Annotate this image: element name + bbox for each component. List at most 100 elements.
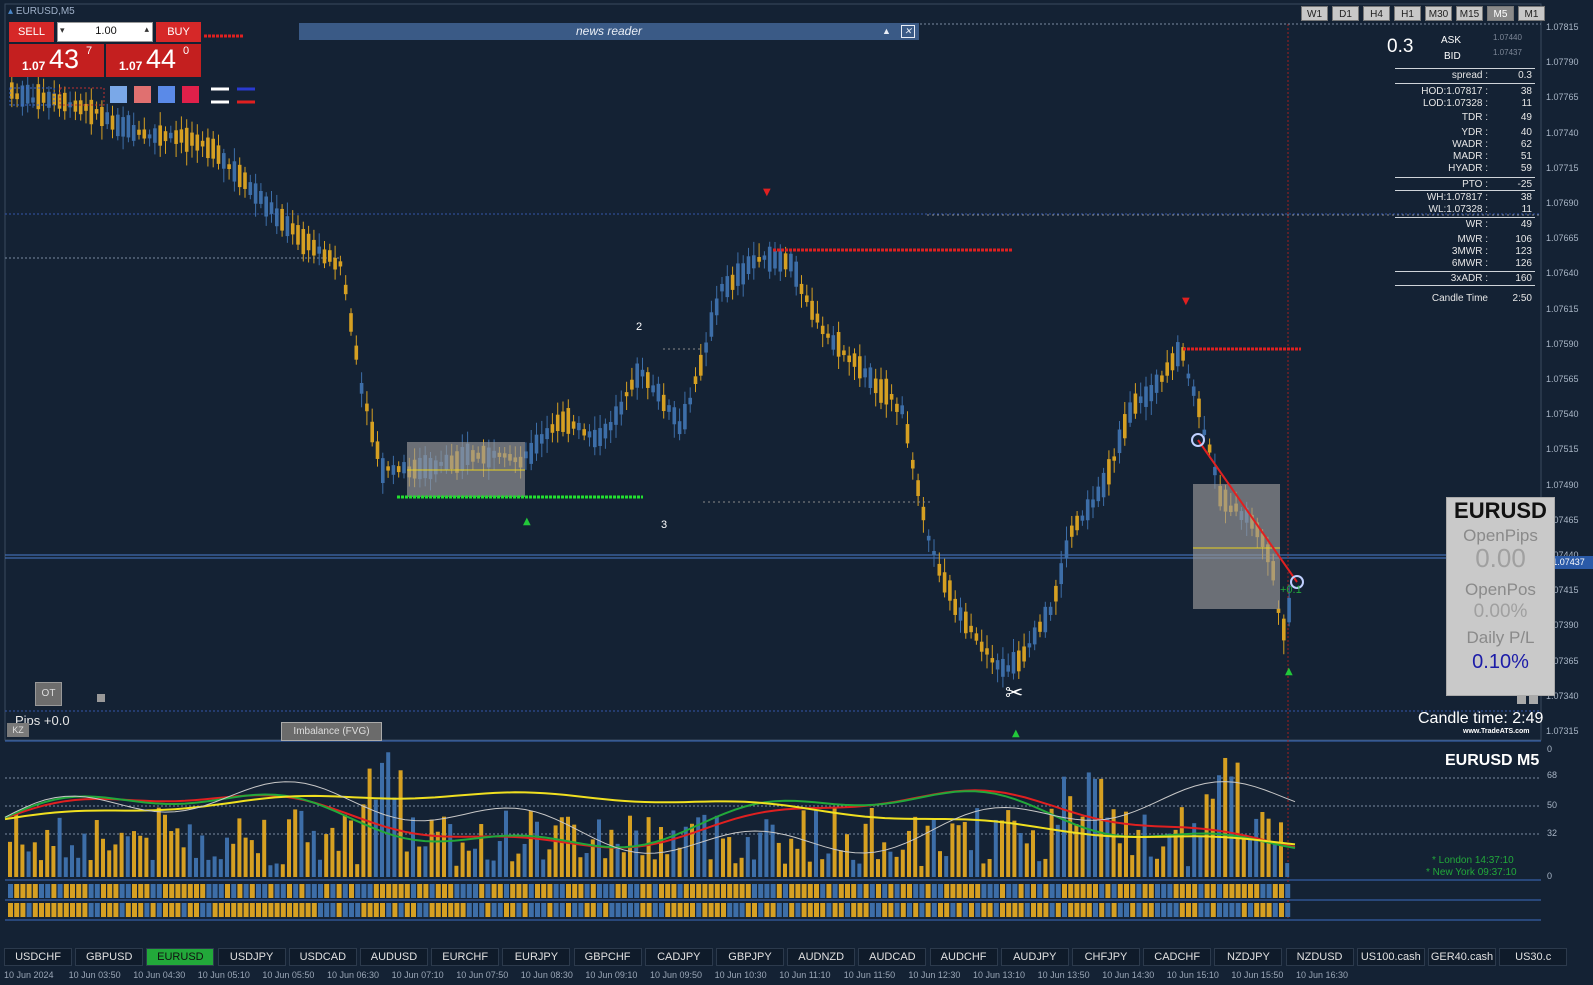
symbol-tab-audcad[interactable]: AUDCAD [858, 948, 927, 966]
price-chart-svg[interactable]: ▼ ▼ ▲ ▲ ▲ ✂ [0, 0, 1593, 985]
trend-strip-cell-2 [429, 903, 435, 917]
timeframe-h4[interactable]: H4 [1363, 6, 1390, 21]
sub-level-label: 50 [1547, 800, 1558, 810]
symbol-tab-audnzd[interactable]: AUDNZD [787, 948, 856, 966]
trend-strip-cell [714, 884, 720, 898]
symbol-tab-gbpchf[interactable]: GBPCHF [573, 948, 642, 966]
candle-body [10, 82, 14, 99]
symbol-tab-ger40-cash[interactable]: GER40.cash [1428, 948, 1496, 966]
open-pos-value: 0.00% [1473, 601, 1528, 622]
candle-body [635, 363, 639, 388]
volume-bar [857, 863, 862, 877]
panel-minimize-icon[interactable] [1517, 696, 1526, 704]
candle-body [942, 572, 947, 593]
buy-price-box[interactable]: 1.07 44 0 [106, 44, 201, 77]
symbol-tab-audusd[interactable]: AUDUSD [360, 948, 428, 966]
volume-bar [981, 863, 986, 877]
sell-price-prefix: 1.07 [22, 59, 46, 73]
collapse-icon[interactable]: ▲ [882, 23, 891, 40]
symbol-tab-usdchf[interactable]: USDCHF [4, 948, 72, 966]
trend-strip-cell [187, 884, 193, 898]
symbol-tab-audjpy[interactable]: AUDJPY [1000, 948, 1069, 966]
trend-strip-cell [1049, 884, 1055, 898]
small-square-icon[interactable] [97, 694, 105, 702]
symbol-tab-chfjpy[interactable]: CHFJPY [1072, 948, 1140, 966]
candle-body [656, 383, 661, 402]
candle-body [280, 208, 284, 231]
candle-body [815, 313, 820, 323]
trend-strip-cell [783, 884, 788, 898]
color-swatch [134, 86, 151, 103]
candle-body [1085, 499, 1090, 521]
symbol-tab-usdcad[interactable]: USDCAD [288, 948, 357, 966]
candle-body [174, 130, 178, 144]
stats-separator [1395, 271, 1535, 272]
stat-label: HYADR : [1448, 163, 1488, 174]
symbol-tab-eurchf[interactable]: EURCHF [431, 948, 500, 966]
volume-bar [522, 843, 527, 877]
stats-separator [1395, 83, 1535, 84]
sell-button[interactable]: SELL [9, 22, 54, 42]
candle-body [958, 607, 963, 621]
trend-strip-cell-2 [702, 903, 708, 917]
timeframe-m15[interactable]: M15 [1456, 6, 1483, 21]
buy-price-prefix: 1.07 [119, 59, 143, 73]
symbol-tab-eurusd[interactable]: EURUSD [146, 948, 215, 966]
symbol-tab-gbpjpy[interactable]: GBPJPY [716, 948, 784, 966]
trend-strip-cell-2 [479, 903, 485, 917]
timeframe-m1[interactable]: M1 [1518, 6, 1545, 21]
trend-strip-cell [243, 884, 249, 898]
timeframe-m30[interactable]: M30 [1425, 6, 1452, 21]
volume-bar [429, 819, 434, 877]
ot-button[interactable]: OT [35, 682, 62, 706]
symbol-tab-us30-c[interactable]: US30.c [1499, 948, 1568, 966]
symbol-tab-usdjpy[interactable]: USDJPY [217, 948, 286, 966]
symbol-tab-audchf[interactable]: AUDCHF [929, 948, 998, 966]
trend-strip-cell [659, 884, 664, 898]
candle-body [926, 535, 931, 541]
timeframe-h1[interactable]: H1 [1394, 6, 1421, 21]
sell-price-box[interactable]: 1.07 43 7 [9, 44, 104, 77]
symbol-tab-nzdusd[interactable]: NZDUSD [1285, 948, 1354, 966]
volume-bar [274, 863, 279, 877]
lot-size-field[interactable]: ▾ 1.00 ▴ [57, 22, 153, 42]
candle-body [301, 229, 306, 255]
trend-strip-cell-2 [671, 903, 677, 917]
symbol-tab-nzdjpy[interactable]: NZDJPY [1214, 948, 1283, 966]
trend-strip-cell [572, 884, 578, 898]
buy-button[interactable]: BUY [156, 22, 201, 42]
news-reader-bar[interactable]: news reader ▲ ✕ [299, 23, 919, 40]
timeframe-m5[interactable]: M5 [1487, 6, 1514, 21]
trend-strip-cell-2 [559, 903, 565, 917]
trade-pips-label: +0.1 [1280, 584, 1302, 596]
symbol-tab-cadjpy[interactable]: CADJPY [644, 948, 713, 966]
close-icon[interactable]: ✕ [901, 25, 915, 38]
symbol-tab-gbpusd[interactable]: GBPUSD [75, 948, 144, 966]
candle-body [566, 408, 571, 434]
trend-strip-cell-2 [528, 903, 534, 917]
timeframe-d1[interactable]: D1 [1332, 6, 1359, 21]
panel-close-icon[interactable] [1529, 696, 1538, 704]
trend-strip-cell [621, 884, 627, 898]
timeframe-w1[interactable]: W1 [1301, 6, 1328, 21]
candle-body [953, 598, 957, 615]
candle-body [540, 434, 544, 444]
symbol-tab-eurjpy[interactable]: EURJPY [502, 948, 571, 966]
lot-up-icon[interactable]: ▴ [144, 24, 149, 35]
stat-label: HOD:1.07817 : [1421, 86, 1488, 97]
fvg-button[interactable]: Imbalance (FVG) [281, 722, 382, 741]
trend-strip-cell [466, 884, 472, 898]
volume-bar [584, 853, 589, 877]
symbol-tab-us100-cash[interactable]: US100.cash [1356, 948, 1425, 966]
volume-bar [1086, 772, 1091, 877]
trend-strip-cell [758, 884, 764, 898]
trend-strip-cell-2 [1254, 903, 1260, 917]
volume-bar [200, 835, 205, 877]
chart-area[interactable]: ▼ ▼ ▲ ▲ ▲ ✂ [0, 0, 1593, 985]
kz-button[interactable]: KZ [7, 723, 29, 737]
trend-strip-cell [776, 884, 782, 898]
volume-bar [1037, 861, 1042, 877]
symbol-tab-cadchf[interactable]: CADCHF [1143, 948, 1212, 966]
volume-bar [1155, 858, 1159, 877]
candle-body [545, 428, 549, 440]
